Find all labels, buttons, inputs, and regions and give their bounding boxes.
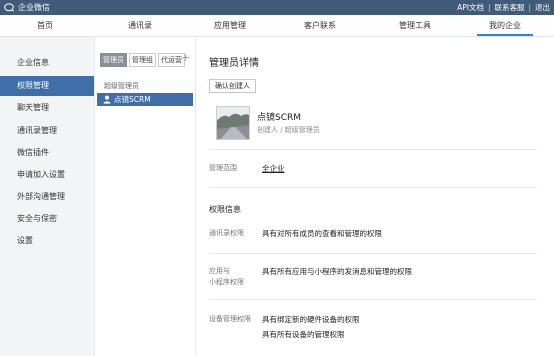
admin-display-name: 点镜SCRM [257,113,302,123]
sidebar-item-permissions[interactable]: 权限管理 [0,76,94,96]
admin-role: 创建人 / 超级管理员 [257,126,320,134]
scope-label: 管理范围 [209,164,237,172]
tab-home[interactable]: 首页 [20,15,70,36]
person-icon [103,95,111,104]
admin-list-panel: 管理员 管理组 代运营 + 超级管理员 点镜SCRM [95,37,196,356]
sidebar-item-settings[interactable]: 设置 [0,231,94,251]
sidebar-item-external-communication[interactable]: 外部沟通管理 [0,187,94,207]
divider [209,187,537,188]
perm-label-apps-line2: 小程序权限 [209,278,244,286]
tab-customer-contact[interactable]: 客户联系 [295,15,345,36]
tab-admins[interactable]: 管理员 [100,53,127,67]
divider [209,149,537,150]
sidebar-item-contacts-management[interactable]: 通讯录管理 [0,121,94,141]
separator: | [528,3,531,12]
admin-tabs: 管理员 管理组 代运营 [100,53,185,67]
wework-logo-icon [4,3,15,12]
admin-name: 点镜SCRM [114,95,151,104]
logout-link[interactable]: 退出 [535,2,550,13]
support-link[interactable]: 联系客服 [494,2,524,13]
page-title: 管理员详情 [209,58,259,69]
tab-management-tools[interactable]: 管理工具 [390,15,440,36]
divider [209,299,537,300]
main-nav: 首页 通讯录 应用管理 客户联系 管理工具 我的企业 [0,15,554,37]
tab-my-enterprise[interactable]: 我的企业 [477,15,533,36]
sidebar-item-enterprise-info[interactable]: 企业信息 [0,53,94,73]
separator: | [487,3,491,12]
perm-value-apps: 具有所有应用与小程序的发消息和管理的权限 [262,267,412,276]
sidebar-item-wechat-plugin[interactable]: 微信插件 [0,143,94,163]
avatar [216,106,250,140]
sidebar-item-join-settings[interactable]: 申请加入设置 [0,165,94,185]
brand-name: 企业微信 [18,3,50,12]
scope-value-link[interactable]: 全企业 [262,163,285,174]
brand: 企业微信 [4,2,50,13]
admin-detail: 管理员详情 确认创建人 点镜SCRM 创建人 / 超级管理员 管理范围 全企业 … [196,37,554,356]
perm-value-devices-bind: 具有绑定新的硬件设备的权限 [262,315,360,324]
add-icon[interactable]: + [181,51,190,64]
top-links: API文档 | 联系客服 | 退出 [457,2,550,13]
confirm-creator-button[interactable]: 确认创建人 [209,79,256,93]
top-bar: 企业微信 API文档 | 联系客服 | 退出 [0,0,554,15]
tab-admin-groups[interactable]: 管理组 [129,53,156,67]
perm-label-apps: 应用与 [209,267,230,275]
sidebar: 企业信息 权限管理 聊天管理 通讯录管理 微信插件 申请加入设置 外部沟通管理 … [0,37,95,356]
admin-list-item[interactable]: 点镜SCRM [97,93,193,106]
permissions-heading: 权限信息 [209,205,241,214]
divider [209,253,537,254]
api-docs-link[interactable]: API文档 [457,2,484,13]
admin-group-label: 超级管理员 [104,82,139,90]
perm-value-contacts: 具有对所有成员的查看和管理的权限 [262,229,382,238]
perm-label-contacts: 通讯录权限 [209,229,244,237]
perm-value-devices-manage: 具有所有设备的管理权限 [262,330,345,339]
sidebar-item-security[interactable]: 安全与保密 [0,209,94,229]
tab-contacts[interactable]: 通讯录 [115,15,165,36]
sidebar-item-chat-management[interactable]: 聊天管理 [0,98,94,118]
perm-label-devices: 设备管理权限 [209,315,251,323]
tab-app-management[interactable]: 应用管理 [205,15,255,36]
